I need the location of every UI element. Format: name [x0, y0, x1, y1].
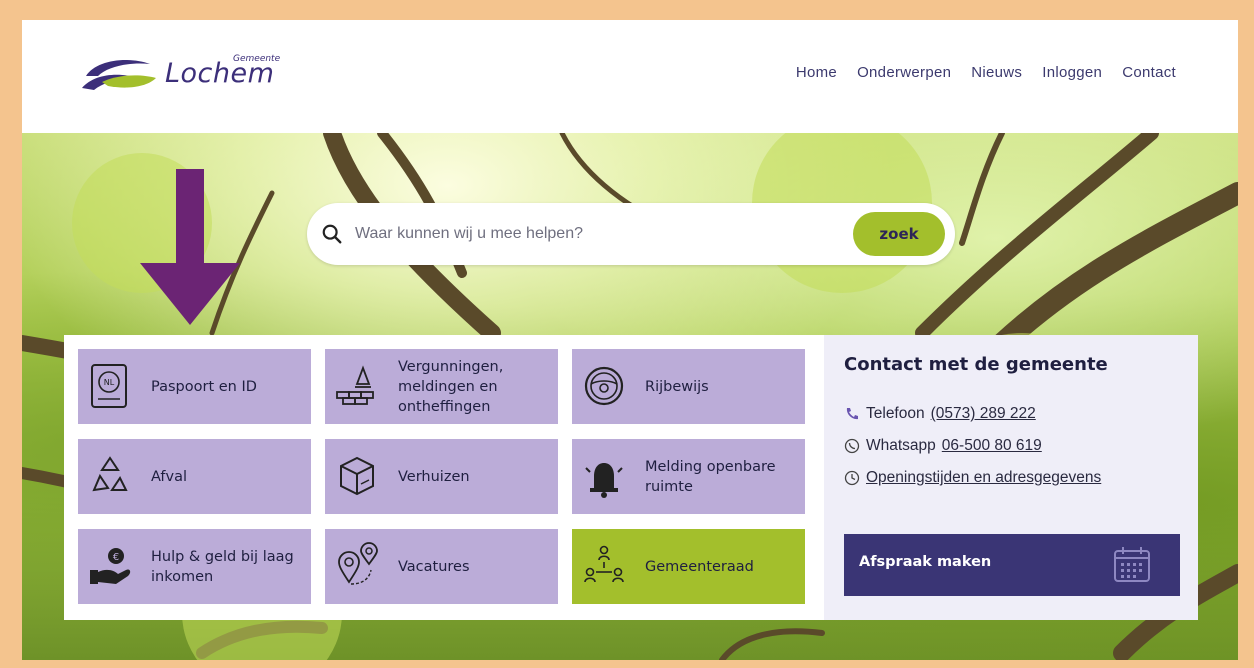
- tile-label: Afval: [151, 468, 188, 485]
- calendar-icon: [1114, 547, 1150, 582]
- tile-afval[interactable]: Afval: [78, 439, 311, 514]
- svg-text:€: €: [113, 552, 119, 563]
- tile-vergunningen[interactable]: Vergunningen, meldingen en ontheffingen: [325, 349, 558, 424]
- contact-hours-row: Openingstijden en adresgegevens: [844, 469, 1101, 487]
- down-arrow-annotation: [140, 169, 240, 333]
- hero-section: zoek NL Paspoort en ID: [22, 133, 1238, 660]
- tile-label: Verhuizen: [398, 468, 470, 485]
- contact-whatsapp-row: Whatsapp 06-500 80 619: [844, 437, 1042, 455]
- construction-icon: [336, 365, 374, 405]
- tile-label: Paspoort en ID: [151, 378, 257, 395]
- search-icon: [322, 224, 342, 244]
- nav-home[interactable]: Home: [796, 64, 837, 81]
- tile-gemeenteraad[interactable]: Gemeenteraad: [572, 529, 805, 604]
- opening-hours-link[interactable]: Openingstijden en adresgegevens: [866, 469, 1101, 487]
- main-nav: Home Onderwerpen Nieuws Inloggen Contact: [796, 64, 1176, 81]
- clock-icon: [844, 470, 860, 486]
- hand-money-icon: €: [90, 548, 131, 584]
- tile-vacatures[interactable]: Vacatures: [325, 529, 558, 604]
- tile-paspoort-en-id[interactable]: NL Paspoort en ID: [78, 349, 311, 424]
- services-panel: NL Paspoort en ID Vergunningen, meldinge…: [64, 335, 1198, 620]
- tile-label: Hulp & geld bij laag inkomen: [151, 548, 294, 585]
- site-header: Lochem Gemeente Home Onderwerpen Nieuws …: [22, 20, 1238, 133]
- logo-subtext: Gemeente: [233, 54, 281, 64]
- recycle-icon: [92, 456, 128, 492]
- alarm-bell-icon: [585, 463, 623, 498]
- phone-link[interactable]: (0573) 289 222: [931, 405, 1036, 423]
- contact-title: Contact met de gemeente: [844, 354, 1108, 375]
- council-icon: [584, 545, 624, 583]
- tile-label: Gemeenteraad: [645, 558, 754, 575]
- nav-inloggen[interactable]: Inloggen: [1042, 64, 1102, 81]
- search-input[interactable]: [355, 219, 825, 249]
- moving-box-icon: [340, 456, 374, 496]
- tile-verhuizen[interactable]: Verhuizen: [325, 439, 558, 514]
- steering-wheel-icon: [584, 366, 624, 406]
- contact-phone-row: Telefoon (0573) 289 222: [844, 405, 1036, 423]
- tile-label: Vacatures: [398, 558, 470, 575]
- contact-box: Contact met de gemeente Telefoon (0573) …: [824, 335, 1198, 620]
- nav-onderwerpen[interactable]: Onderwerpen: [857, 64, 951, 81]
- page-frame: Lochem Gemeente Home Onderwerpen Nieuws …: [22, 20, 1238, 660]
- appointment-button[interactable]: Afspraak maken: [844, 534, 1180, 596]
- tile-melding-openbare-ruimte[interactable]: Melding openbare ruimte: [572, 439, 805, 514]
- nav-nieuws[interactable]: Nieuws: [971, 64, 1022, 81]
- phone-label: Telefoon: [866, 405, 925, 422]
- search-button[interactable]: zoek: [853, 212, 945, 256]
- tile-label: Vergunningen, meldingen en ontheffingen: [398, 358, 504, 415]
- gemeente-lochem-logo[interactable]: Lochem Gemeente: [78, 52, 281, 97]
- nav-contact[interactable]: Contact: [1122, 64, 1176, 81]
- whatsapp-icon: [844, 438, 860, 454]
- tile-label: Rijbewijs: [645, 378, 709, 395]
- svg-text:NL: NL: [104, 378, 115, 387]
- whatsapp-link[interactable]: 06-500 80 619: [942, 437, 1042, 455]
- location-pins-icon: [338, 542, 378, 585]
- tile-label: Melding openbare ruimte: [645, 458, 776, 495]
- phone-icon: [846, 408, 858, 420]
- logo-swoosh-icon: [82, 60, 156, 90]
- appointment-label: Afspraak maken: [859, 554, 992, 570]
- tile-hulp-geld-laag-inkomen[interactable]: € Hulp & geld bij laag inkomen: [78, 529, 311, 604]
- search-bar: zoek: [307, 203, 955, 265]
- passport-icon: NL: [91, 364, 127, 408]
- tile-rijbewijs[interactable]: Rijbewijs: [572, 349, 805, 424]
- whatsapp-label: Whatsapp: [866, 437, 936, 454]
